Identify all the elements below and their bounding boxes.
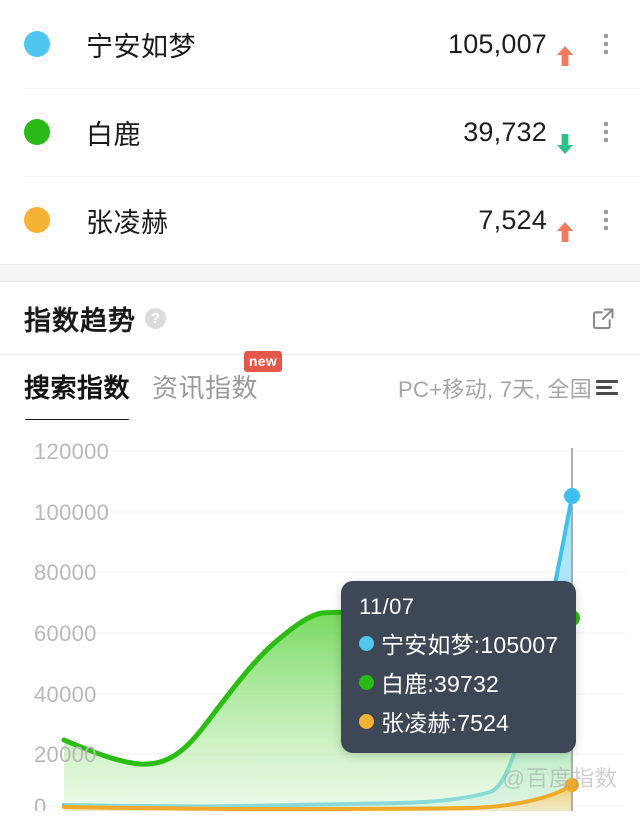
keyword-ranking-list: 宁安如梦 105,007 白鹿 39,732 张凌赫 7,524 — [0, 0, 640, 264]
y-axis-tick-label: 0 — [34, 794, 47, 811]
chart-tooltip: 11/07 宁安如梦:105007 白鹿:39732 张凌赫:7524 — [341, 581, 577, 753]
series-color-dot-icon — [24, 207, 50, 233]
index-type-tabs: 搜索指数 资讯指数 new PC+移动, 7天, 全国 — [0, 351, 640, 424]
new-badge: new — [243, 351, 283, 372]
series-color-dot-icon — [359, 713, 374, 729]
tooltip-row: 宁安如梦:105007 — [359, 626, 558, 660]
tooltip-row: 白鹿:39732 — [359, 665, 558, 699]
series-color-dot-icon — [24, 119, 50, 145]
keyword-name: 张凌赫 — [86, 207, 169, 238]
series-color-dot-icon — [359, 635, 374, 651]
help-circle-icon[interactable]: ? — [145, 307, 166, 329]
row-value-group: 39,732 — [463, 116, 618, 154]
y-axis-tick-label: 80000 — [34, 560, 97, 585]
row-value-group: 7,524 — [478, 204, 618, 242]
series-color-dot-icon — [24, 31, 50, 57]
keyword-index-value: 7,524 — [478, 204, 547, 235]
page-title: 指数趋势 — [24, 305, 136, 336]
trend-section-header: 指数趋势 ? — [0, 282, 640, 354]
chart-filter-button[interactable]: PC+移动, 7天, 全国 — [398, 372, 618, 404]
chart-point-ningan — [564, 488, 580, 504]
tooltip-date: 11/07 — [359, 594, 415, 619]
y-axis-tick-label: 60000 — [34, 621, 97, 646]
tooltip-series-value: 白鹿:39732 — [381, 671, 499, 697]
kebab-menu-icon[interactable] — [594, 117, 618, 147]
table-row[interactable]: 宁安如梦 105,007 — [0, 0, 640, 88]
external-link-icon[interactable] — [588, 303, 618, 333]
tooltip-series-value: 张凌赫:7524 — [381, 710, 510, 736]
y-axis-tick-label: 20000 — [34, 742, 97, 767]
tab-label: 搜索指数 — [24, 373, 131, 403]
keyword-name: 宁安如梦 — [86, 31, 196, 62]
tooltip-series-value: 宁安如梦:105007 — [381, 632, 559, 658]
keyword-name: 白鹿 — [86, 119, 141, 150]
row-value-group: 105,007 — [448, 28, 618, 66]
table-row[interactable]: 白鹿 39,732 — [0, 88, 640, 176]
y-axis-tick-label: 40000 — [34, 682, 97, 707]
keyword-index-value: 105,007 — [448, 28, 547, 59]
filter-label: PC+移动, 7天, 全国 — [398, 376, 592, 402]
y-axis-tick-label: 120000 — [34, 439, 110, 464]
chart-point-zhanglinghe — [565, 778, 579, 792]
y-axis-tick-label: 100000 — [34, 500, 110, 525]
tab-news-index[interactable]: 资讯指数 new — [152, 351, 283, 407]
tab-label: 资讯指数 — [152, 373, 259, 403]
section-divider — [0, 264, 640, 282]
baidu-index-trend-screen: 宁安如梦 105,007 白鹿 39,732 张凌赫 7,524 指数趋势 ? … — [0, 0, 640, 823]
kebab-menu-icon[interactable] — [594, 29, 618, 59]
kebab-menu-icon[interactable] — [594, 205, 618, 235]
tab-search-index[interactable]: 搜索指数 — [24, 368, 131, 424]
keyword-index-value: 39,732 — [463, 116, 547, 147]
filter-lines-icon — [596, 380, 618, 395]
series-color-dot-icon — [359, 674, 374, 690]
tooltip-row: 张凌赫:7524 — [359, 704, 558, 738]
table-row[interactable]: 张凌赫 7,524 — [0, 176, 640, 264]
